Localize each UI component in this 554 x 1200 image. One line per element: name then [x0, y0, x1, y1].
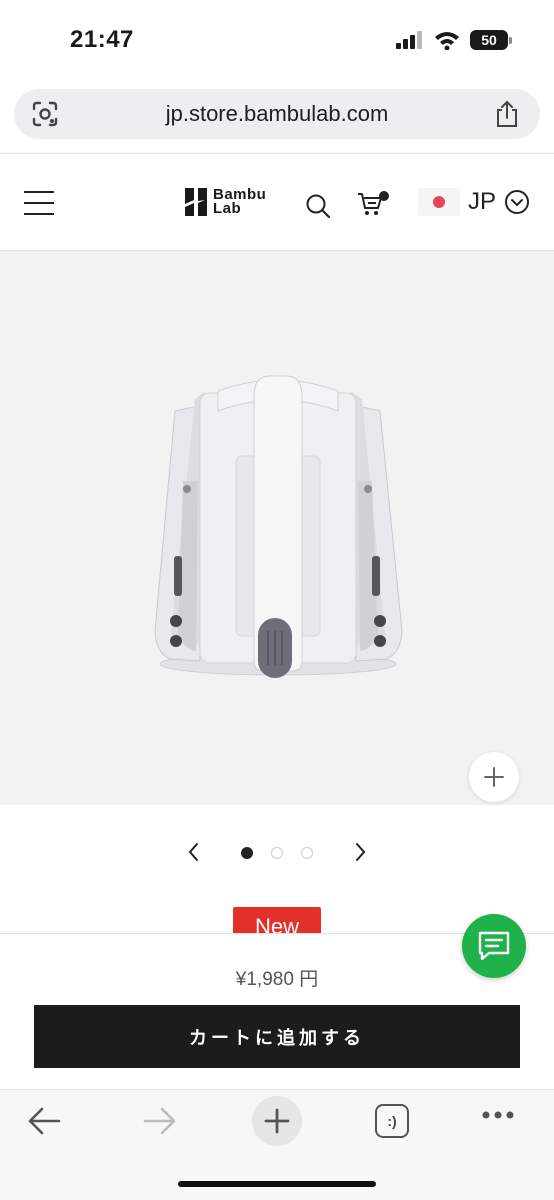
- plus-icon: [264, 1108, 290, 1134]
- carousel-nav: [0, 835, 554, 869]
- carousel-dot-2[interactable]: [271, 847, 283, 859]
- more-icon[interactable]: [481, 1110, 515, 1120]
- battery-icon: 50: [470, 30, 512, 50]
- url-bar[interactable]: jp.store.bambulab.com: [14, 89, 540, 139]
- chevron-left-icon[interactable]: [184, 841, 204, 863]
- tabs-icon[interactable]: :): [375, 1104, 409, 1138]
- chat-icon: [478, 931, 510, 961]
- add-to-cart-button[interactable]: カートに追加する: [34, 1005, 520, 1068]
- carousel-dot-1[interactable]: [241, 847, 253, 859]
- product-photo: [154, 375, 403, 678]
- bambu-lab-logo[interactable]: Bambu Lab: [185, 187, 266, 217]
- carousel-dot-3[interactable]: [301, 847, 313, 859]
- region-selector[interactable]: JP: [418, 188, 530, 216]
- japan-flag-icon: [418, 188, 460, 216]
- status-icons: 50: [396, 30, 512, 50]
- share-icon[interactable]: [494, 100, 520, 128]
- cart-badge-dot: [379, 191, 389, 201]
- region-code: JP: [468, 188, 497, 215]
- home-indicator: [178, 1181, 376, 1187]
- back-arrow-icon[interactable]: [26, 1106, 62, 1136]
- wifi-icon: [435, 32, 459, 50]
- logo-line2: Lab: [213, 200, 242, 217]
- status-bar: 21:47 50: [0, 0, 554, 80]
- chevron-right-icon[interactable]: [350, 841, 370, 863]
- signal-icon: [396, 31, 422, 49]
- zoom-button[interactable]: [469, 752, 519, 802]
- product-image[interactable]: [0, 251, 554, 805]
- new-tab-button[interactable]: [252, 1096, 302, 1146]
- plus-icon: [484, 767, 504, 787]
- menu-icon[interactable]: [24, 191, 54, 215]
- status-time: 21:47: [70, 26, 134, 53]
- bambu-logo-mark: [185, 188, 207, 216]
- chat-button[interactable]: [462, 914, 526, 978]
- url-text[interactable]: jp.store.bambulab.com: [166, 101, 389, 127]
- search-icon[interactable]: [305, 193, 331, 219]
- lens-icon[interactable]: [32, 101, 58, 127]
- site-header: Bambu Lab JP: [0, 154, 554, 250]
- forward-arrow-icon: [143, 1107, 176, 1135]
- chevron-down-icon: [505, 190, 530, 214]
